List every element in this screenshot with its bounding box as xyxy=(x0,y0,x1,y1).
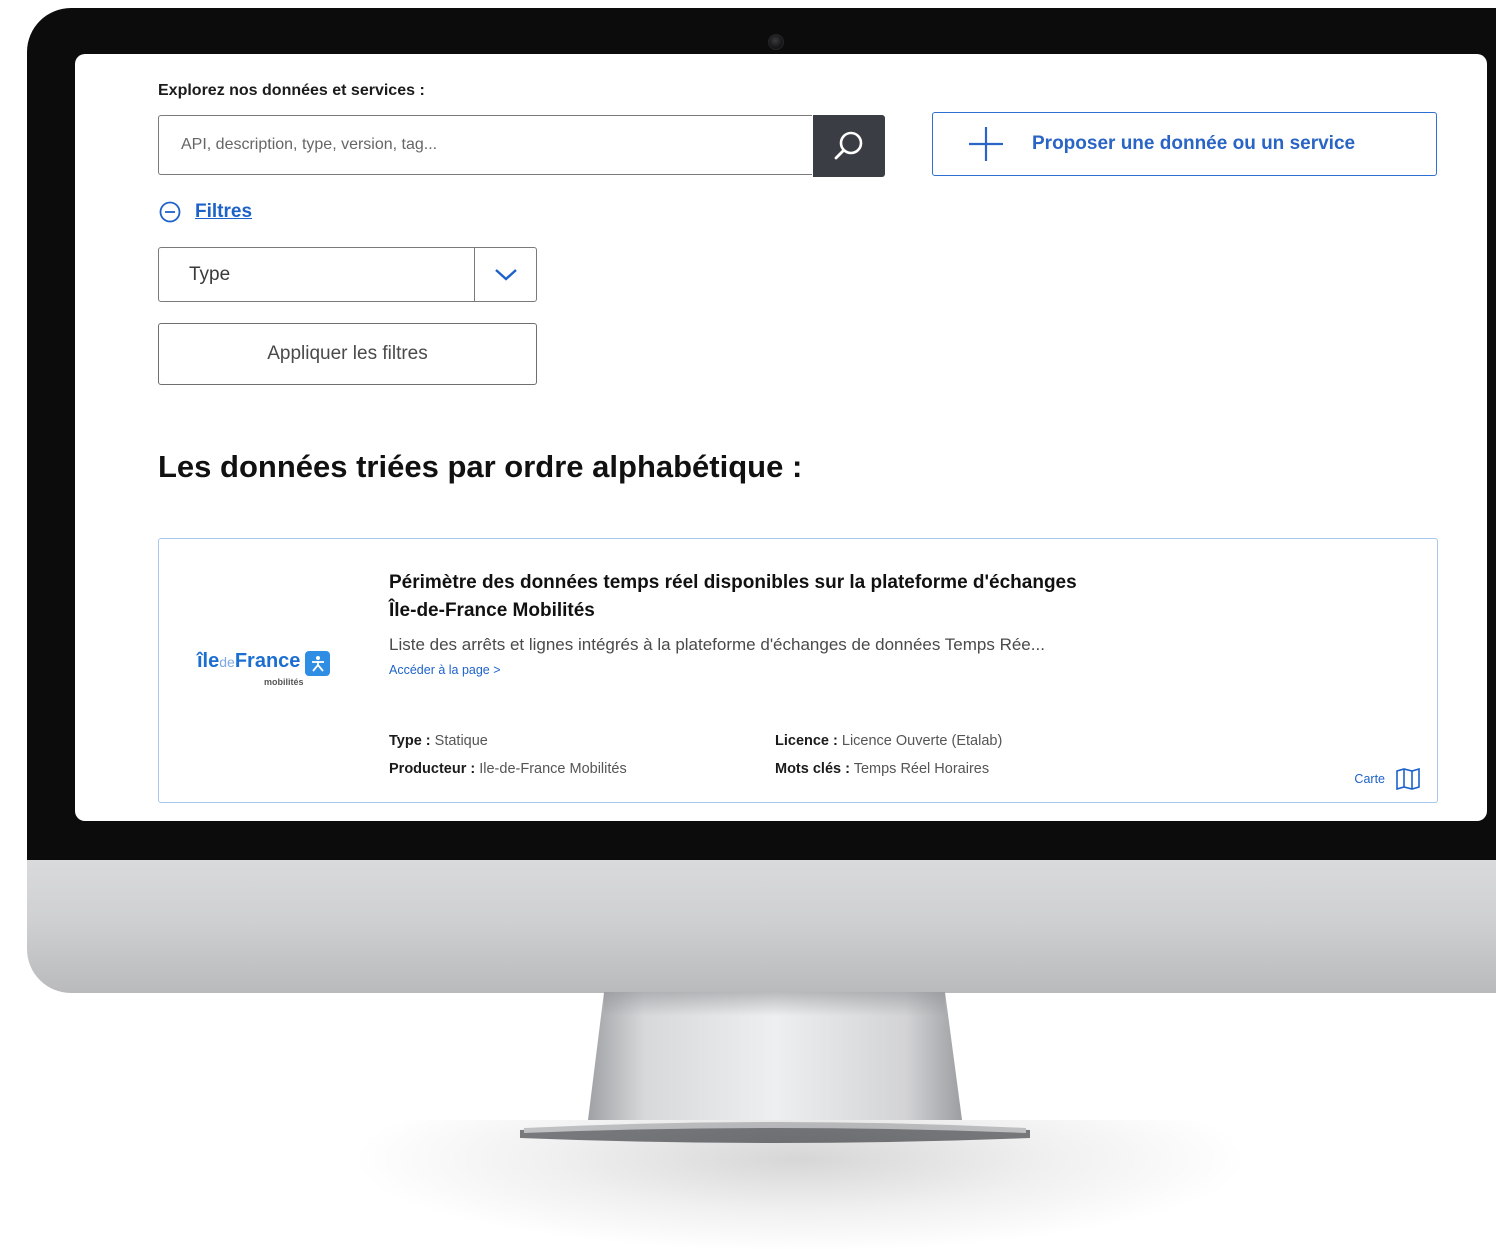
search-input[interactable] xyxy=(158,115,812,175)
result-producer: Producteur : Ile-de-France Mobilités xyxy=(389,761,627,777)
result-title[interactable]: Périmètre des données temps réel disponi… xyxy=(389,569,1089,625)
idfm-logo: îledeFrance mobilités xyxy=(197,651,331,687)
propose-data-button[interactable]: Proposer une donnée ou un service xyxy=(932,112,1437,176)
map-label: Carte xyxy=(1354,772,1385,786)
result-type: Type : Statique xyxy=(389,733,488,749)
monitor-chin xyxy=(27,860,1496,993)
result-card: îledeFrance mobilités Périmètre des donné… xyxy=(158,538,1438,803)
plus-icon xyxy=(966,124,1006,164)
search-label: Explorez nos données et services : xyxy=(158,82,425,99)
section-title: Les données triées par ordre alphabétiqu… xyxy=(158,449,803,484)
result-page-link[interactable]: Accéder à la page > xyxy=(389,663,501,677)
camera-icon xyxy=(768,34,784,50)
result-description: Liste des arrêts et lignes intégrés à la… xyxy=(389,635,1045,654)
collapse-circle-icon xyxy=(159,201,181,223)
walking-person-icon xyxy=(305,651,331,676)
type-select-value: Type xyxy=(189,263,231,285)
search-button[interactable] xyxy=(813,115,885,177)
result-keywords: Mots clés : Temps Réel Horaires xyxy=(775,761,990,777)
apply-filters-button[interactable]: Appliquer les filtres xyxy=(158,323,537,385)
result-license: Licence : Licence Ouverte (Etalab) xyxy=(775,733,1003,749)
map-icon xyxy=(1396,768,1420,790)
map-link[interactable]: Carte xyxy=(1354,768,1421,790)
filters-label: Filtres xyxy=(195,201,253,222)
imac-mockup: Explorez nos données et services : Propo… xyxy=(0,0,1496,1258)
filters-toggle[interactable]: Filtres xyxy=(159,201,252,223)
type-select[interactable]: Type xyxy=(158,247,537,302)
stand-shadow xyxy=(360,1120,1240,1250)
propose-data-label: Proposer une donnée ou un service xyxy=(1032,133,1356,154)
screen: Explorez nos données et services : Propo… xyxy=(75,54,1487,821)
logo-subtitle: mobilités xyxy=(264,677,304,687)
logo-wordmark: îledeFrance mobilités xyxy=(197,651,304,687)
chevron-down-icon xyxy=(474,248,536,301)
search-icon xyxy=(834,131,863,160)
